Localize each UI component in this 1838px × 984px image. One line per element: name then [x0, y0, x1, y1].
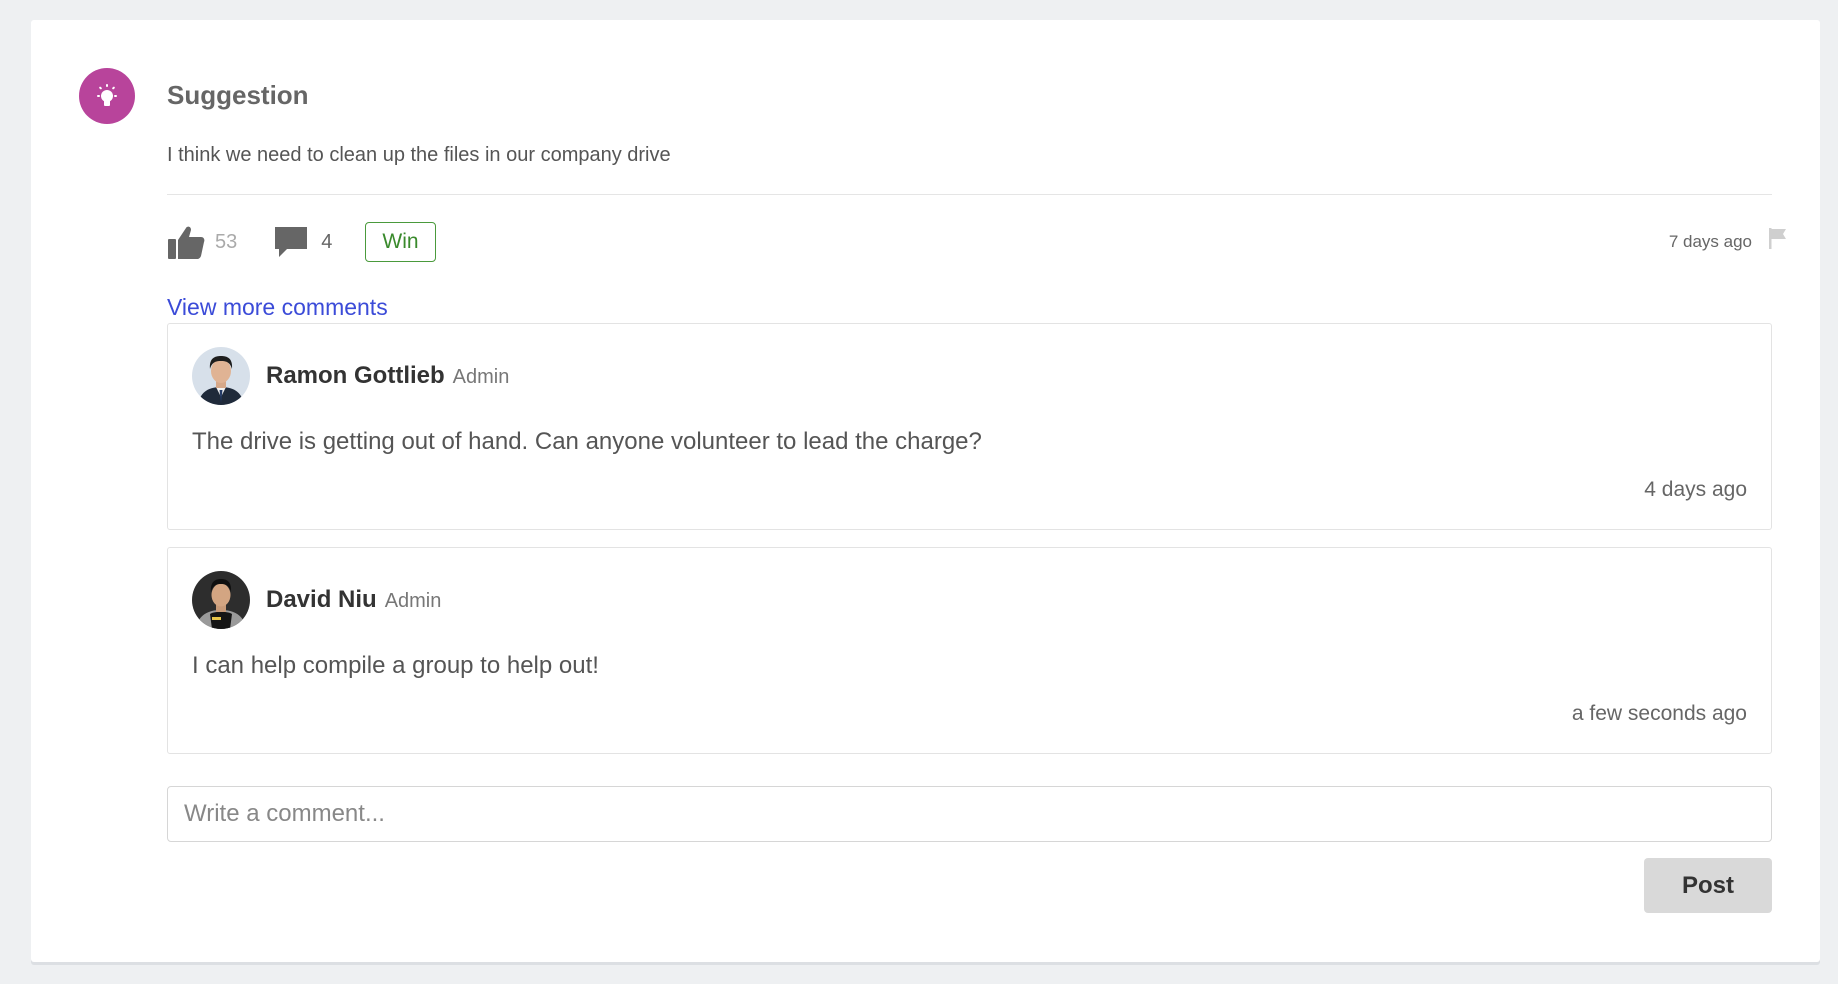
comment-input[interactable]	[167, 786, 1772, 842]
post-type-label: Suggestion	[167, 80, 309, 110]
like-button[interactable]: 53	[167, 224, 237, 260]
comment-author-name[interactable]: Ramon Gottlieb	[266, 362, 445, 389]
comment-timestamp: a few seconds ago	[1571, 702, 1747, 725]
divider	[167, 194, 1772, 195]
avatar[interactable]	[192, 347, 250, 405]
flag-icon[interactable]	[1766, 226, 1790, 250]
post-actions: 53 4 Win	[167, 212, 436, 272]
post-comment-button[interactable]: Post	[1644, 858, 1772, 913]
comment-button[interactable]: 4	[273, 225, 332, 259]
suggestion-post-card: Suggestion I think we need to clean up t…	[31, 20, 1820, 962]
comment-item: David Niu Admin I can help compile a grou…	[167, 547, 1772, 754]
win-badge[interactable]: Win	[365, 222, 436, 262]
comment-text: The drive is getting out of hand. Can an…	[192, 428, 982, 455]
post-body: I think we need to clean up the files in…	[167, 144, 671, 166]
comment-author[interactable]: Ramon Gottlieb Admin	[266, 362, 509, 390]
post-type-badge	[79, 68, 135, 124]
comment-text: I can help compile a group to help out!	[192, 652, 599, 679]
comment-item: Ramon Gottlieb Admin The drive is getting…	[167, 323, 1772, 530]
post-timestamp: 7 days ago	[1668, 232, 1752, 251]
like-count: 53	[215, 230, 238, 253]
comment-count: 4	[321, 230, 333, 253]
thumbs-up-icon	[168, 226, 205, 259]
comment-author-name[interactable]: David Niu	[266, 586, 377, 613]
lightbulb-icon	[97, 84, 117, 106]
view-more-comments-link[interactable]: View more comments	[167, 294, 388, 321]
comment-timestamp: 4 days ago	[1644, 478, 1747, 501]
avatar[interactable]	[192, 571, 250, 629]
comment-author[interactable]: David Niu Admin	[266, 586, 441, 614]
comment-author-role: Admin	[384, 590, 442, 612]
comment-author-role: Admin	[452, 366, 510, 388]
comment-icon	[275, 227, 308, 257]
